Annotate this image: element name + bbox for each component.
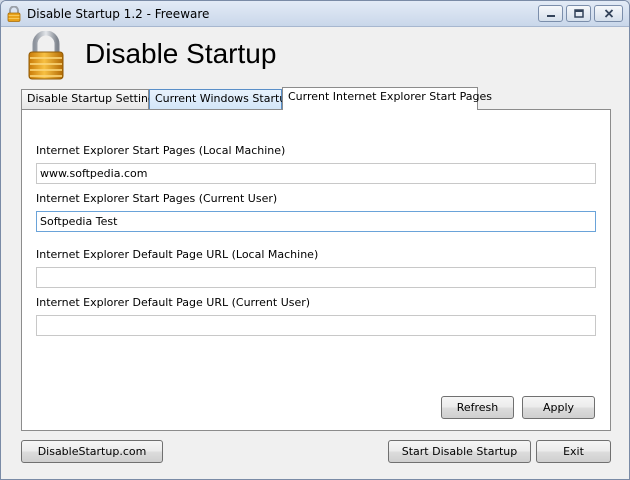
exit-button[interactable]: Exit [536, 440, 611, 463]
ie-start-user-input[interactable] [36, 211, 596, 232]
lock-icon [7, 6, 21, 22]
close-button[interactable] [594, 5, 623, 22]
website-button[interactable]: DisableStartup.com [21, 440, 163, 463]
minimize-icon [546, 14, 555, 17]
tab-current-ie-start-pages[interactable]: Current Internet Explorer Start Pages [282, 87, 492, 110]
window-title: Disable Startup 1.2 - Freeware [27, 7, 210, 21]
tab-panel: Internet Explorer Start Pages (Local Mac… [21, 109, 611, 431]
ie-start-local-label: Internet Explorer Start Pages (Local Mac… [36, 144, 286, 157]
maximize-button[interactable] [566, 5, 591, 22]
minimize-button[interactable] [538, 5, 563, 22]
apply-button[interactable]: Apply [522, 396, 595, 419]
ie-default-user-input[interactable] [36, 315, 596, 336]
ie-default-user-label: Internet Explorer Default Page URL (Curr… [36, 296, 311, 309]
app-title: Disable Startup [85, 38, 277, 69]
ie-default-local-input[interactable] [36, 267, 596, 288]
ie-start-user-label: Internet Explorer Start Pages (Current U… [36, 192, 278, 205]
padlock-logo-icon [28, 31, 64, 80]
app-window: Disable Startup 1.2 - Freeware Disable S… [0, 0, 630, 480]
close-icon [604, 9, 613, 18]
start-disable-startup-button[interactable]: Start Disable Startup [388, 440, 531, 463]
tab-disable-startup-settings[interactable]: Disable Startup Settings [21, 89, 161, 109]
refresh-button[interactable]: Refresh [441, 396, 514, 419]
tab-current-windows-startup[interactable]: Current Windows Startup [149, 89, 293, 109]
client-area: Disable Startup Disable Startup Settings… [1, 28, 629, 479]
ie-default-local-label: Internet Explorer Default Page URL (Loca… [36, 248, 319, 261]
title-bar[interactable]: Disable Startup 1.2 - Freeware [1, 1, 629, 27]
maximize-icon [573, 9, 584, 18]
ie-start-local-input[interactable] [36, 163, 596, 184]
